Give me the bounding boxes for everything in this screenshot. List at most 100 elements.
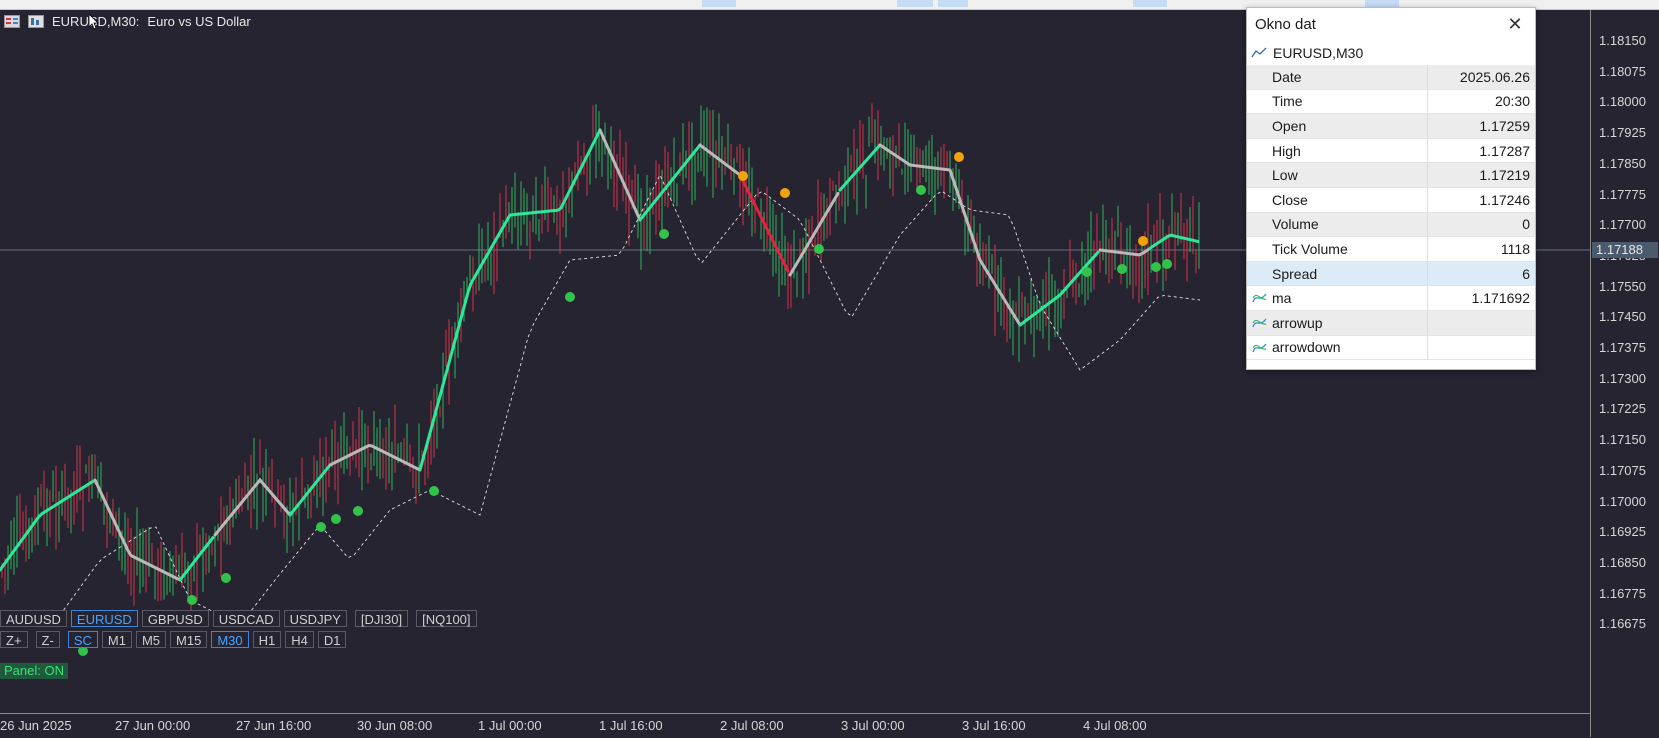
data-row-value: 2025.06.26 (1427, 65, 1535, 90)
chart-title-bar: EURUSD,M30: Euro vs US Dollar (4, 14, 251, 29)
line-chart-icon (1251, 47, 1267, 58)
indicator-row: arrowup (1247, 310, 1535, 336)
zoom-control-button[interactable]: Z+ (0, 631, 28, 648)
timeframe-button[interactable]: H1 (252, 631, 282, 648)
zoom-control-button[interactable]: Z- (35, 631, 60, 648)
timeframe-button[interactable]: D1 (317, 631, 347, 648)
sell-arrow-icon (738, 171, 748, 181)
data-row-value: 1.17259 (1427, 113, 1535, 139)
timeframe-button[interactable]: M15 (170, 631, 208, 648)
buy-arrow-icon (316, 522, 326, 532)
time-axis-label: 2 Jul 08:00 (720, 718, 784, 733)
data-row-key: Time (1247, 89, 1428, 115)
indicator-value (1427, 310, 1535, 336)
moving-average-line (948, 168, 1021, 325)
time-axis-label: 30 Jun 08:00 (357, 718, 433, 733)
moving-average-line (1018, 250, 1100, 327)
moving-average-line (738, 173, 790, 273)
symbol-button[interactable]: [DJI30] (354, 610, 409, 627)
buy-arrow-icon (331, 514, 341, 524)
data-row: Close 1.17246 (1247, 187, 1535, 213)
chart-description: Euro vs US Dollar (147, 14, 251, 29)
price-axis-label: 1.16925 (1599, 524, 1646, 540)
price-axis-label: 1.18150 (1599, 33, 1646, 48)
toolbar-button[interactable] (702, 0, 736, 7)
indicator-value: 1.171692 (1427, 285, 1535, 311)
price-axis-label: 1.17375 (1599, 340, 1646, 355)
data-window-symbol-label: EURUSD,M30 (1273, 45, 1364, 61)
price-axis-label: 1.17850 (1599, 155, 1646, 171)
toolbar-button[interactable] (1365, 0, 1399, 7)
buy-arrow-icon (814, 244, 824, 254)
timeframe-button[interactable]: M5 (135, 631, 167, 648)
indicator-icon (1252, 293, 1267, 303)
price-axis-label: 1.18075 (1599, 63, 1646, 79)
timeframe-button[interactable]: H4 (285, 631, 314, 648)
price-axis-label: 1.16675 (1599, 616, 1646, 632)
moving-average-line (788, 191, 840, 277)
symbol-switcher: AUDUSD EURUSD GBPUSD USDCAD USDJPY [DJI30] [NQ… (0, 610, 477, 627)
data-row-key: Close (1247, 187, 1428, 213)
symbol-button[interactable]: USDCAD (212, 610, 280, 627)
data-row-value: 1.17287 (1427, 138, 1535, 164)
indicator-key: arrowup (1247, 310, 1428, 336)
buy-arrow-icon (221, 573, 231, 583)
panel-status-badge[interactable]: Panel: ON (0, 663, 68, 679)
moving-average-line (638, 143, 702, 222)
sell-arrow-icon (780, 188, 790, 198)
slow-moving-average-line (0, 173, 1201, 626)
time-axis-label: 3 Jul 00:00 (841, 718, 905, 733)
toolbar-button[interactable] (938, 0, 968, 7)
price-axis-label: 1.16775 (1599, 585, 1646, 601)
time-axis-label: 1 Jul 16:00 (599, 718, 663, 733)
time-axis-label: 27 Jun 16:00 (236, 718, 312, 733)
indicator-row: arrowdown (1247, 335, 1535, 361)
moving-average-line (1098, 248, 1150, 257)
symbol-button[interactable]: USDJPY (283, 610, 347, 627)
time-axis[interactable]: 26 Jun 2025 27 Jun 00:00 27 Jun 16:00 30 Ju… (0, 713, 1590, 738)
indicator-name: arrowup (1272, 314, 1323, 331)
indicator-name: ma (1272, 290, 1292, 307)
toolbar-button[interactable] (897, 0, 933, 7)
data-row-value: 1118 (1427, 236, 1535, 262)
data-row: Low 1.17219 (1247, 162, 1535, 188)
time-axis-label: 26 Jun 2025 (0, 718, 72, 733)
indicator-key: arrowdown (1247, 335, 1428, 361)
mouse-cursor-icon (89, 14, 99, 30)
buy-arrow-icon (1082, 267, 1092, 277)
data-row-value: 20:30 (1427, 89, 1535, 115)
moving-average-line (213, 477, 292, 537)
toolbar-button[interactable] (1133, 0, 1167, 7)
data-window-symbol: EURUSD,M30 (1251, 45, 1363, 61)
price-axis[interactable]: 1.18150 1.18075 1.18000 1.17925 1.17850 1.177… (1590, 10, 1659, 737)
symbol-button[interactable]: AUDUSD (0, 610, 67, 627)
buy-arrow-icon (353, 506, 363, 516)
one-click-trading-icon[interactable] (4, 15, 20, 28)
data-row: Spread 6 (1247, 261, 1535, 287)
time-axis-label: 1 Jul 00:00 (478, 718, 542, 733)
close-icon[interactable]: ✕ (1505, 14, 1525, 35)
buy-arrow-icon (916, 185, 926, 195)
data-row-key: Open (1247, 113, 1428, 139)
price-axis-label: 1.17450 (1599, 309, 1646, 325)
symbol-button[interactable]: EURUSD (70, 610, 138, 627)
buy-arrow-icon (1117, 264, 1127, 274)
indicator-key: ma (1247, 285, 1428, 311)
timeframe-button[interactable]: M1 (101, 631, 132, 648)
data-window-table: Date 2025.06.26 Time 20:30 Open 1.17259 High 1.… (1247, 65, 1535, 361)
price-axis-label: 1.17075 (1599, 462, 1646, 478)
data-row-key: Low (1247, 162, 1428, 188)
symbol-button[interactable]: [NQ100] (416, 610, 477, 627)
timeframe-switcher: Z+ Z- SC M1 M5 M15 M30 H1 H4 D1 (0, 631, 347, 648)
timeframe-button[interactable]: M30 (211, 631, 249, 648)
expert-advisor-icon[interactable] (28, 15, 44, 28)
data-row-key: Date (1247, 65, 1428, 90)
price-axis-label: 1.18000 (1599, 94, 1646, 110)
zoom-control-button[interactable]: SC (67, 631, 98, 648)
indicator-icon (1252, 343, 1267, 352)
data-row-key: Tick Volume (1247, 236, 1428, 262)
symbol-button[interactable]: GBPUSD (141, 610, 209, 627)
time-axis-label: 3 Jul 16:00 (962, 718, 1026, 733)
sell-arrow-icon (1138, 236, 1148, 246)
price-axis-label: 1.17300 (1599, 370, 1646, 386)
